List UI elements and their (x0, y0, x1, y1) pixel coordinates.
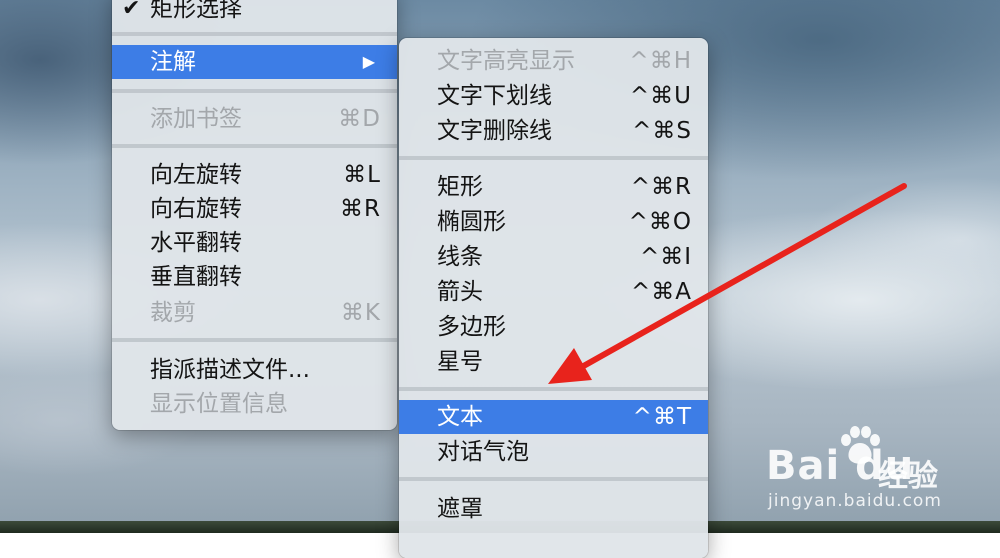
baidu-watermark: Bai du 经验 jingyan.baidu.com (760, 425, 990, 525)
watermark-url: jingyan.baidu.com (768, 491, 942, 511)
jingyan-text: 经验 (878, 459, 938, 494)
